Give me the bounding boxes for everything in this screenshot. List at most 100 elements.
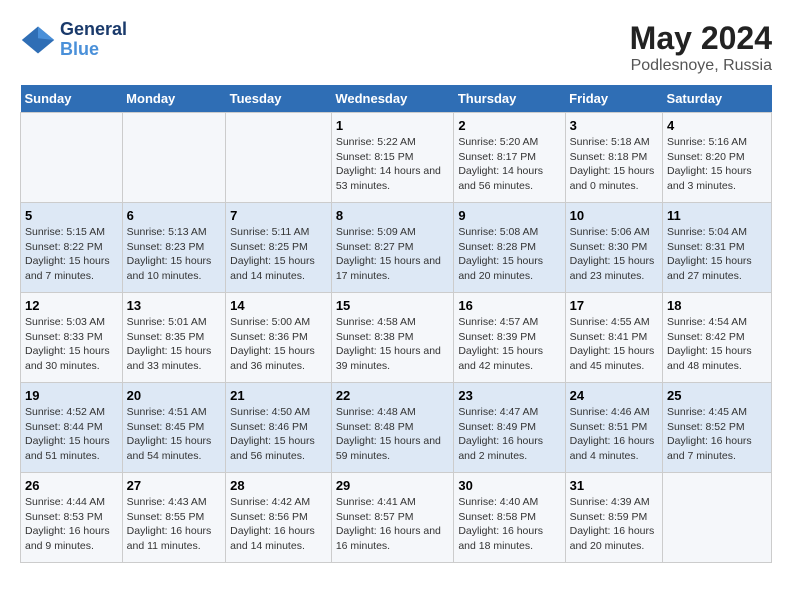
- header-thursday: Thursday: [454, 85, 565, 113]
- day-number: 1: [336, 118, 450, 133]
- calendar-cell: 5 Sunrise: 5:15 AM Sunset: 8:22 PM Daylig…: [21, 203, 123, 293]
- header-sunday: Sunday: [21, 85, 123, 113]
- week-row-1: 5 Sunrise: 5:15 AM Sunset: 8:22 PM Daylig…: [21, 203, 772, 293]
- cell-info: Sunrise: 4:52 AM Sunset: 8:44 PM Dayligh…: [25, 405, 118, 464]
- calendar-cell: 31Sunrise: 4:39 AM Sunset: 8:59 PM Dayli…: [565, 473, 662, 563]
- logo-line2: Blue: [60, 40, 127, 60]
- day-number: 26: [25, 478, 118, 493]
- day-number: 30: [458, 478, 560, 493]
- day-number: 25: [667, 388, 767, 403]
- day-number: 20: [127, 388, 221, 403]
- calendar-cell: 22Sunrise: 4:48 AM Sunset: 8:48 PM Dayli…: [331, 383, 454, 473]
- header-wednesday: Wednesday: [331, 85, 454, 113]
- calendar-cell: 28 Sunrise: 4:42 AM Sunset: 8:56 PM Dayli…: [226, 473, 332, 563]
- calendar-cell: [21, 113, 123, 203]
- cell-info: Sunrise: 4:45 AM Sunset: 8:52 PM Dayligh…: [667, 405, 767, 464]
- header-row: SundayMondayTuesdayWednesdayThursdayFrid…: [21, 85, 772, 113]
- calendar-cell: 27 Sunrise: 4:43 AM Sunset: 8:55 PM Dayli…: [122, 473, 225, 563]
- week-row-4: 26 Sunrise: 4:44 AM Sunset: 8:53 PM Dayli…: [21, 473, 772, 563]
- logo: General Blue: [20, 20, 127, 60]
- calendar-cell: 12 Sunrise: 5:03 AM Sunset: 8:33 PM Dayli…: [21, 293, 123, 383]
- calendar-cell: 10 Sunrise: 5:06 AM Sunset: 8:30 PM Dayli…: [565, 203, 662, 293]
- header-saturday: Saturday: [663, 85, 772, 113]
- day-number: 24: [570, 388, 658, 403]
- calendar-cell: 11Sunrise: 5:04 AM Sunset: 8:31 PM Dayli…: [663, 203, 772, 293]
- calendar-cell: 1 Sunrise: 5:22 AM Sunset: 8:15 PM Daylig…: [331, 113, 454, 203]
- cell-info: Sunrise: 5:06 AM Sunset: 8:30 PM Dayligh…: [570, 225, 658, 284]
- cell-info: Sunrise: 4:39 AM Sunset: 8:59 PM Dayligh…: [570, 495, 658, 554]
- cell-info: Sunrise: 4:43 AM Sunset: 8:55 PM Dayligh…: [127, 495, 221, 554]
- logo-text: General Blue: [60, 20, 127, 60]
- cell-info: Sunrise: 5:09 AM Sunset: 8:27 PM Dayligh…: [336, 225, 450, 284]
- cell-info: Sunrise: 5:16 AM Sunset: 8:20 PM Dayligh…: [667, 135, 767, 194]
- calendar-cell: 20Sunrise: 4:51 AM Sunset: 8:45 PM Dayli…: [122, 383, 225, 473]
- page-header: General Blue May 2024 Podlesnoye, Russia: [20, 20, 772, 75]
- cell-info: Sunrise: 5:13 AM Sunset: 8:23 PM Dayligh…: [127, 225, 221, 284]
- calendar-cell: 16Sunrise: 4:57 AM Sunset: 8:39 PM Dayli…: [454, 293, 565, 383]
- cell-info: Sunrise: 4:41 AM Sunset: 8:57 PM Dayligh…: [336, 495, 450, 554]
- day-number: 22: [336, 388, 450, 403]
- page-title: May 2024: [630, 20, 772, 57]
- cell-info: Sunrise: 4:40 AM Sunset: 8:58 PM Dayligh…: [458, 495, 560, 554]
- day-number: 10: [570, 208, 658, 223]
- cell-info: Sunrise: 4:54 AM Sunset: 8:42 PM Dayligh…: [667, 315, 767, 374]
- day-number: 2: [458, 118, 560, 133]
- day-number: 27: [127, 478, 221, 493]
- calendar-cell: 30 Sunrise: 4:40 AM Sunset: 8:58 PM Dayli…: [454, 473, 565, 563]
- cell-info: Sunrise: 4:44 AM Sunset: 8:53 PM Dayligh…: [25, 495, 118, 554]
- cell-info: Sunrise: 5:15 AM Sunset: 8:22 PM Dayligh…: [25, 225, 118, 284]
- cell-info: Sunrise: 4:50 AM Sunset: 8:46 PM Dayligh…: [230, 405, 327, 464]
- cell-info: Sunrise: 5:03 AM Sunset: 8:33 PM Dayligh…: [25, 315, 118, 374]
- calendar-cell: [663, 473, 772, 563]
- logo-line1: General: [60, 20, 127, 40]
- day-number: 29: [336, 478, 450, 493]
- day-number: 21: [230, 388, 327, 403]
- header-monday: Monday: [122, 85, 225, 113]
- cell-info: Sunrise: 5:01 AM Sunset: 8:35 PM Dayligh…: [127, 315, 221, 374]
- calendar-header: SundayMondayTuesdayWednesdayThursdayFrid…: [21, 85, 772, 113]
- day-number: 19: [25, 388, 118, 403]
- calendar-cell: 24 Sunrise: 4:46 AM Sunset: 8:51 PM Dayli…: [565, 383, 662, 473]
- cell-info: Sunrise: 5:18 AM Sunset: 8:18 PM Dayligh…: [570, 135, 658, 194]
- calendar-cell: 4 Sunrise: 5:16 AM Sunset: 8:20 PM Daylig…: [663, 113, 772, 203]
- day-number: 17: [570, 298, 658, 313]
- day-number: 4: [667, 118, 767, 133]
- day-number: 11: [667, 208, 767, 223]
- calendar-cell: 13 Sunrise: 5:01 AM Sunset: 8:35 PM Dayli…: [122, 293, 225, 383]
- cell-info: Sunrise: 5:20 AM Sunset: 8:17 PM Dayligh…: [458, 135, 560, 194]
- day-number: 23: [458, 388, 560, 403]
- page-subtitle: Podlesnoye, Russia: [630, 57, 772, 75]
- calendar-table: SundayMondayTuesdayWednesdayThursdayFrid…: [20, 85, 772, 563]
- calendar-cell: [122, 113, 225, 203]
- day-number: 12: [25, 298, 118, 313]
- calendar-cell: 21 Sunrise: 4:50 AM Sunset: 8:46 PM Dayli…: [226, 383, 332, 473]
- day-number: 13: [127, 298, 221, 313]
- cell-info: Sunrise: 4:55 AM Sunset: 8:41 PM Dayligh…: [570, 315, 658, 374]
- day-number: 28: [230, 478, 327, 493]
- calendar-cell: 25 Sunrise: 4:45 AM Sunset: 8:52 PM Dayli…: [663, 383, 772, 473]
- cell-info: Sunrise: 5:11 AM Sunset: 8:25 PM Dayligh…: [230, 225, 327, 284]
- cell-info: Sunrise: 4:42 AM Sunset: 8:56 PM Dayligh…: [230, 495, 327, 554]
- cell-info: Sunrise: 5:00 AM Sunset: 8:36 PM Dayligh…: [230, 315, 327, 374]
- calendar-cell: 3Sunrise: 5:18 AM Sunset: 8:18 PM Daylig…: [565, 113, 662, 203]
- calendar-cell: [226, 113, 332, 203]
- cell-info: Sunrise: 5:22 AM Sunset: 8:15 PM Dayligh…: [336, 135, 450, 194]
- cell-info: Sunrise: 4:57 AM Sunset: 8:39 PM Dayligh…: [458, 315, 560, 374]
- day-number: 9: [458, 208, 560, 223]
- cell-info: Sunrise: 4:46 AM Sunset: 8:51 PM Dayligh…: [570, 405, 658, 464]
- week-row-3: 19 Sunrise: 4:52 AM Sunset: 8:44 PM Dayli…: [21, 383, 772, 473]
- calendar-cell: 19 Sunrise: 4:52 AM Sunset: 8:44 PM Dayli…: [21, 383, 123, 473]
- calendar-cell: 2 Sunrise: 5:20 AM Sunset: 8:17 PM Daylig…: [454, 113, 565, 203]
- calendar-cell: 6Sunrise: 5:13 AM Sunset: 8:23 PM Daylig…: [122, 203, 225, 293]
- day-number: 14: [230, 298, 327, 313]
- day-number: 5: [25, 208, 118, 223]
- calendar-cell: 18Sunrise: 4:54 AM Sunset: 8:42 PM Dayli…: [663, 293, 772, 383]
- calendar-cell: 26 Sunrise: 4:44 AM Sunset: 8:53 PM Dayli…: [21, 473, 123, 563]
- calendar-cell: 17 Sunrise: 4:55 AM Sunset: 8:41 PM Dayli…: [565, 293, 662, 383]
- calendar-body: 1 Sunrise: 5:22 AM Sunset: 8:15 PM Daylig…: [21, 113, 772, 563]
- calendar-cell: 7Sunrise: 5:11 AM Sunset: 8:25 PM Daylig…: [226, 203, 332, 293]
- week-row-2: 12 Sunrise: 5:03 AM Sunset: 8:33 PM Dayli…: [21, 293, 772, 383]
- logo-icon: [20, 22, 56, 58]
- calendar-cell: 9Sunrise: 5:08 AM Sunset: 8:28 PM Daylig…: [454, 203, 565, 293]
- day-number: 15: [336, 298, 450, 313]
